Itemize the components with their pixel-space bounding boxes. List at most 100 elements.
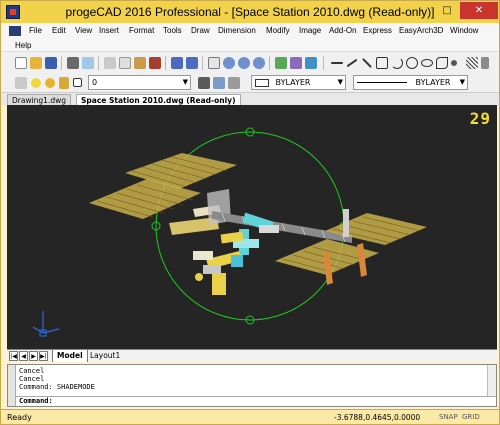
tab-layout1[interactable]: Layout1 (86, 350, 124, 362)
open-icon[interactable] (30, 57, 42, 69)
color-dropdown[interactable]: BYLAYER ▼ (251, 75, 346, 90)
toolbar-separator (323, 56, 324, 70)
layer-color-swatch-icon (73, 78, 82, 87)
layer-states-icon[interactable] (228, 77, 240, 89)
copy-icon[interactable] (119, 57, 131, 69)
polyline-icon[interactable] (362, 58, 372, 68)
print-preview-icon[interactable] (82, 57, 94, 69)
command-input[interactable]: Command: (16, 396, 496, 406)
menu-format[interactable]: Format (129, 26, 154, 35)
rectangle-icon[interactable] (376, 57, 388, 69)
menu-file[interactable]: File (29, 26, 42, 35)
linetype-dropdown[interactable]: BYLAYER ▼ (353, 75, 468, 90)
menu-insert[interactable]: Insert (99, 26, 119, 35)
standard-toolbar (1, 51, 499, 73)
menu-tools[interactable]: Tools (163, 26, 182, 35)
tab-model[interactable]: Model (52, 350, 88, 362)
status-bar: Ready -3.6788,0.4645,0.0000 SNAP GRID (1, 409, 499, 424)
model-space-canvas[interactable] (7, 105, 497, 349)
layer-dropdown[interactable]: 0 ▼ (88, 75, 191, 90)
line-icon[interactable] (331, 62, 343, 64)
menu-view[interactable]: View (75, 26, 92, 35)
truss-end-tower (343, 209, 349, 237)
command-history-line: Command: SHADEMODE (19, 383, 95, 391)
explorer-icon[interactable] (305, 57, 317, 69)
arc-icon[interactable] (391, 57, 403, 69)
layer-thaw-sun-icon[interactable] (45, 78, 55, 88)
design-center-icon[interactable] (290, 57, 302, 69)
layout-tab-bar: |◀ ◀ ▶ ▶| Model Layout1 (7, 349, 497, 362)
ray-icon[interactable] (346, 58, 358, 68)
previous-tab-button[interactable]: ◀ (19, 351, 28, 361)
cursor-coordinates: -3.6788,0.4645,0.0000 (334, 413, 421, 422)
menu-draw[interactable]: Draw (191, 26, 210, 35)
save-icon[interactable] (45, 57, 57, 69)
document-icon[interactable] (9, 26, 21, 36)
menu-modify[interactable]: Modify (266, 26, 290, 35)
ucs-axis-icon (32, 311, 60, 337)
command-window-grip[interactable] (8, 365, 16, 406)
ellipse-icon[interactable] (421, 59, 433, 67)
next-tab-button[interactable]: ▶ (29, 351, 38, 361)
toolbar-overflow-icon[interactable] (481, 57, 489, 69)
toolbar-separator (98, 56, 99, 70)
redo-icon[interactable] (186, 57, 198, 69)
menu-easyarch3d[interactable]: EasyArch3D (399, 26, 443, 35)
snap-toggle[interactable]: SNAP (439, 413, 458, 421)
toolbar-separator (61, 56, 62, 70)
spline-icon[interactable] (436, 57, 448, 69)
match-properties-icon[interactable] (149, 57, 161, 69)
menu-edit[interactable]: Edit (52, 26, 66, 35)
circle-icon[interactable] (406, 57, 418, 69)
menu-express[interactable]: Express (363, 26, 392, 35)
first-tab-button[interactable]: |◀ (9, 351, 18, 361)
color-swatch (255, 78, 269, 87)
layer-on-bulb-icon[interactable] (31, 78, 41, 88)
menu-dimension[interactable]: Dimension (218, 26, 256, 35)
tab-drawing1[interactable]: Drawing1.dwg (7, 94, 71, 105)
last-tab-button[interactable]: ▶| (39, 351, 48, 361)
make-current-layer-icon[interactable] (198, 77, 210, 89)
menu-add-on[interactable]: Add-On (329, 26, 357, 35)
close-button[interactable]: ✕ (460, 2, 498, 19)
cut-icon[interactable] (104, 57, 116, 69)
layer-previous-icon[interactable] (213, 77, 225, 89)
pan-icon[interactable] (208, 57, 220, 69)
command-scrollbar[interactable] (487, 365, 496, 396)
chevron-down-icon: ▼ (337, 78, 343, 86)
minimize-button[interactable]: – (408, 2, 434, 19)
undo-icon[interactable] (171, 57, 183, 69)
layer-dropdown-value: 0 (92, 78, 98, 87)
zoom-realtime-icon[interactable] (223, 57, 235, 69)
color-dropdown-value: BYLAYER (275, 78, 311, 87)
maximize-button[interactable]: □ (434, 2, 460, 19)
command-history-line: Cancel (19, 367, 45, 375)
print-icon[interactable] (67, 57, 79, 69)
command-history: Cancel Cancel Command: SHADEMODE (19, 367, 95, 391)
menu-image[interactable]: Image (299, 26, 321, 35)
status-text: Ready (7, 413, 32, 422)
drawing-viewport[interactable]: 29 (7, 105, 497, 349)
command-prompt: Command: (19, 397, 53, 405)
menu-window[interactable]: Window (450, 26, 478, 35)
tab-label: Drawing1.dwg (12, 96, 66, 105)
linetype-preview (357, 82, 407, 83)
title-bar: progeCAD 2016 Professional - [Space Stat… (1, 1, 499, 23)
zoom-window-icon[interactable] (238, 57, 250, 69)
toolbar-separator (269, 56, 270, 70)
hatch-icon[interactable] (466, 57, 478, 69)
paste-icon[interactable] (134, 57, 146, 69)
properties-icon[interactable] (275, 57, 287, 69)
point-icon[interactable] (451, 60, 457, 66)
properties-toolbar: 0 ▼ BYLAYER ▼ BYLAYER ▼ (1, 73, 499, 93)
zoom-extents-icon[interactable] (253, 57, 265, 69)
linetype-dropdown-value: BYLAYER (415, 78, 451, 87)
layer-lock-icon[interactable] (59, 77, 69, 89)
new-icon[interactable] (15, 57, 27, 69)
grid-toggle[interactable]: GRID (462, 413, 480, 421)
menu-help[interactable]: Help (15, 41, 31, 50)
tab-space-station[interactable]: Space Station 2010.dwg (Read-only) (76, 94, 241, 105)
tab-label: Space Station 2010.dwg (Read-only) (81, 96, 236, 105)
menu-bar: File Edit View Insert Format Tools Draw … (1, 23, 499, 51)
layers-icon[interactable] (15, 77, 27, 89)
